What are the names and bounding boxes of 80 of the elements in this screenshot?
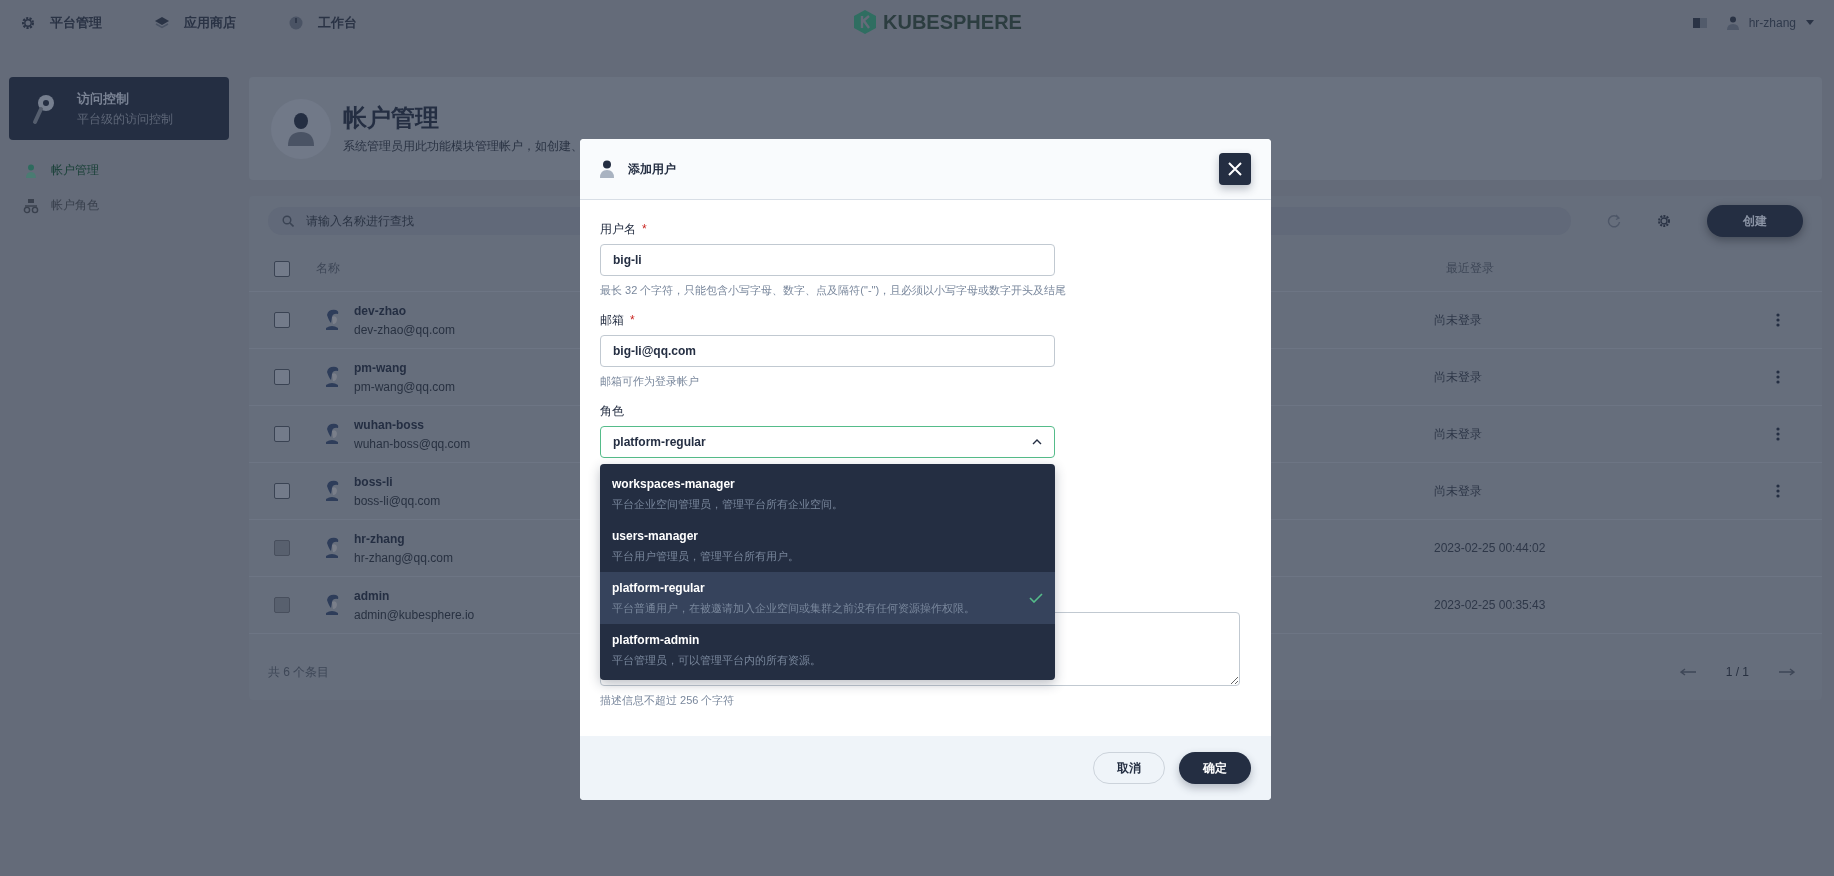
role-option[interactable]: workspaces-manager 平台企业空间管理员，管理平台所有企业空间。 bbox=[600, 468, 1055, 520]
more-icon[interactable] bbox=[1776, 427, 1780, 441]
person-icon bbox=[324, 594, 340, 616]
sidebar-title: 访问控制 bbox=[77, 89, 130, 108]
role-option[interactable]: platform-admin 平台管理员，可以管理平台内的所有资源。 bbox=[600, 624, 1055, 676]
chevron-up-icon bbox=[1032, 439, 1042, 445]
more-icon[interactable] bbox=[1776, 370, 1780, 384]
cancel-button[interactable]: 取消 bbox=[1093, 752, 1165, 784]
user-icon bbox=[600, 160, 614, 178]
search-icon bbox=[282, 215, 294, 227]
gear-icon bbox=[20, 14, 36, 31]
required-mark: * bbox=[642, 221, 647, 238]
arrow-left-icon[interactable] bbox=[1679, 668, 1696, 676]
checkbox[interactable] bbox=[274, 312, 290, 328]
option-name: users-manager bbox=[612, 528, 700, 543]
person-icon bbox=[287, 111, 315, 146]
field-label: 邮箱 bbox=[600, 312, 624, 329]
layers-icon bbox=[154, 14, 170, 31]
required-mark: * bbox=[630, 312, 635, 329]
confirm-button[interactable]: 确定 bbox=[1179, 752, 1251, 784]
arrow-right-icon[interactable] bbox=[1779, 668, 1795, 676]
role-option[interactable]: users-manager 平台用户管理员，管理平台所有用户。 bbox=[600, 520, 1055, 572]
page-title: 帐户管理 bbox=[343, 103, 440, 133]
user-name: hr-zhang bbox=[354, 531, 405, 546]
settings-icon[interactable] bbox=[1657, 214, 1672, 228]
person-icon bbox=[324, 537, 340, 559]
option-description: 平台用户管理员，管理平台所有用户。 bbox=[612, 548, 800, 564]
person-icon bbox=[324, 480, 340, 502]
field-label: 用户名 bbox=[600, 221, 636, 238]
panel-toggle-icon[interactable] bbox=[1692, 16, 1707, 29]
option-name: platform-admin bbox=[612, 632, 701, 647]
user-email: boss-li@qq.com bbox=[354, 493, 441, 508]
caret-icon bbox=[1806, 19, 1814, 26]
user-icon bbox=[1726, 15, 1739, 30]
user-name: dev-zhao bbox=[354, 303, 406, 318]
checkbox[interactable] bbox=[274, 260, 290, 277]
field-label: 角色 bbox=[600, 403, 624, 420]
last-login: 2023-02-25 00:35:43 bbox=[1434, 598, 1547, 612]
user-name: wuhan-boss bbox=[354, 417, 424, 432]
person-icon bbox=[324, 309, 340, 331]
user-icon bbox=[23, 162, 39, 179]
close-button[interactable] bbox=[1219, 153, 1251, 185]
dial-icon bbox=[288, 14, 304, 31]
person-icon bbox=[324, 423, 340, 445]
option-description: 平台管理员，可以管理平台内的所有资源。 bbox=[612, 652, 822, 668]
user-name: pm-wang bbox=[354, 360, 407, 375]
user-email: hr-zhang@qq.com bbox=[354, 550, 453, 565]
input-field[interactable]: big-li bbox=[600, 244, 1055, 276]
person-icon bbox=[324, 366, 340, 388]
role-select[interactable]: platform-regular bbox=[600, 426, 1055, 458]
field-hint: 最长 32 个字符，只能包含小写字母、数字、点及隔符("-")，且必须以小写字母或数字开头及结尾 bbox=[600, 283, 1068, 298]
user-email: pm-wang@qq.com bbox=[354, 379, 455, 394]
user-email: admin@kubesphere.io bbox=[354, 607, 475, 622]
option-name: platform-regular bbox=[612, 580, 706, 595]
page-indicator: 1 / 1 bbox=[1725, 665, 1749, 679]
user-email: dev-zhao@qq.com bbox=[354, 322, 455, 337]
create-button[interactable]: 创建 bbox=[1707, 205, 1803, 237]
key-icon bbox=[31, 92, 57, 125]
option-description: 平台企业空间管理员，管理平台所有企业空间。 bbox=[612, 496, 844, 512]
last-login: 2023-02-25 00:44:02 bbox=[1434, 541, 1547, 555]
page-description: 系统管理员用此功能模块管理帐户，如创建、 bbox=[343, 138, 583, 155]
user-email: wuhan-boss@qq.com bbox=[354, 436, 471, 451]
user-name: admin bbox=[354, 588, 390, 603]
check-icon bbox=[1029, 593, 1043, 603]
field-hint: 描述信息不超过 256 个字符 bbox=[600, 693, 736, 708]
group-icon bbox=[23, 197, 39, 214]
dialog-title: 添加用户 bbox=[628, 160, 676, 178]
close-icon bbox=[1228, 162, 1242, 176]
logo-text: KUBESPHERE bbox=[883, 10, 1022, 34]
checkbox[interactable] bbox=[274, 426, 290, 442]
user-name: boss-li bbox=[354, 474, 393, 489]
checkbox[interactable] bbox=[274, 483, 290, 499]
field-hint: 邮箱可作为登录帐户 bbox=[600, 374, 700, 389]
more-icon[interactable] bbox=[1776, 484, 1780, 498]
input-field[interactable]: big-li@qq.com bbox=[600, 335, 1055, 367]
more-icon[interactable] bbox=[1776, 313, 1780, 327]
refresh-icon[interactable] bbox=[1607, 214, 1622, 228]
logo-icon bbox=[853, 9, 877, 35]
checkbox[interactable] bbox=[274, 369, 290, 385]
option-name: workspaces-manager bbox=[612, 476, 736, 491]
